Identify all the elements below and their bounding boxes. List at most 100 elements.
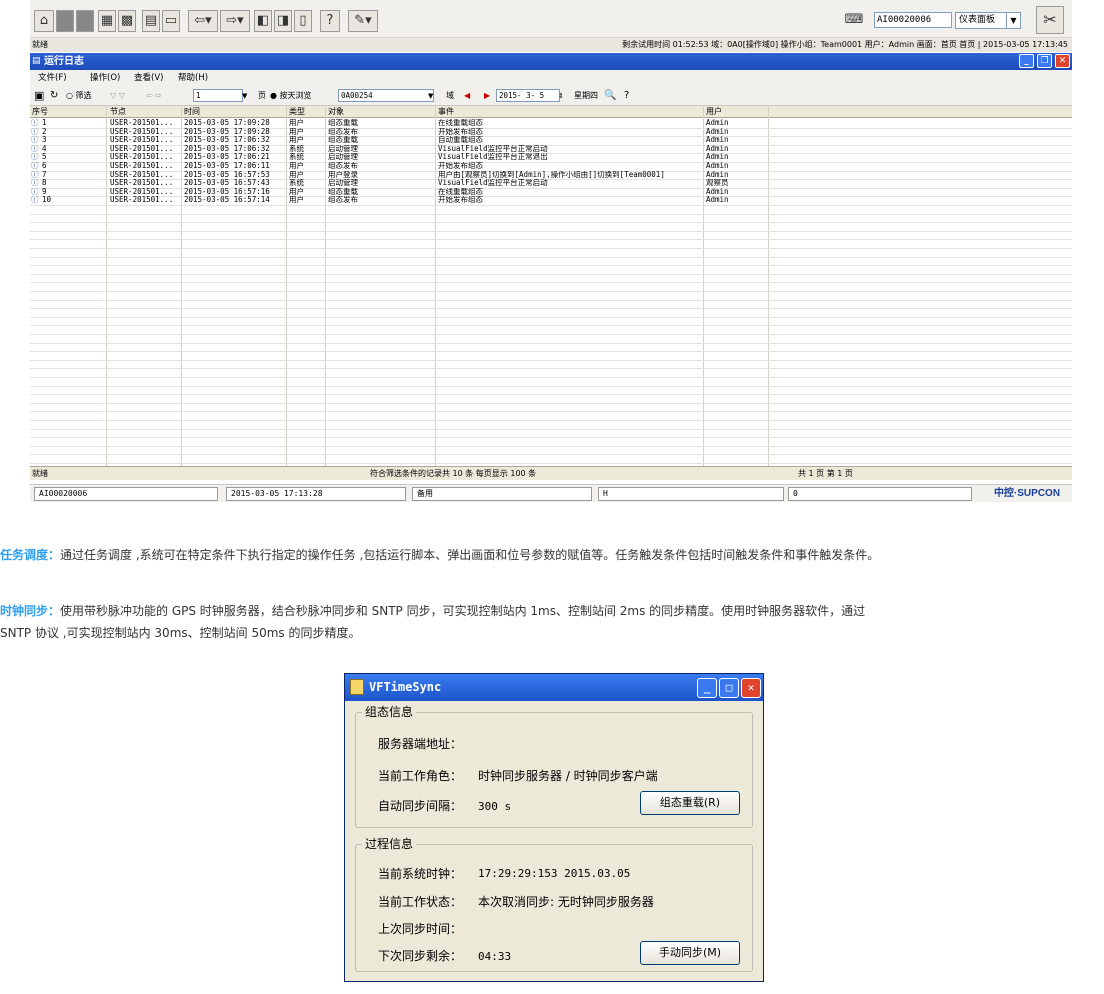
domain-input[interactable]: 0A00254 bbox=[338, 89, 434, 102]
menu-help[interactable]: 帮助(H) bbox=[178, 70, 208, 86]
last-sync-label: 上次同步时间： bbox=[378, 922, 463, 936]
para-task-scheduling: 任务调度：通过任务调度 ,系统可在特定条件下执行指定的操作任务 ,包括运行脚本、… bbox=[0, 544, 1104, 566]
table-cell: 用户 bbox=[289, 187, 304, 196]
col-time[interactable]: 时间 bbox=[184, 106, 200, 118]
page-next-icon[interactable]: ◨ bbox=[274, 10, 292, 32]
filter-icon[interactable]: ▽ ▽ bbox=[110, 86, 125, 106]
col-type[interactable]: 类型 bbox=[289, 106, 305, 118]
row-gridline bbox=[30, 342, 1072, 344]
col-object[interactable]: 对象 bbox=[328, 106, 344, 118]
stop-icon[interactable] bbox=[56, 10, 74, 32]
page-prev-icon[interactable]: ◧ bbox=[254, 10, 272, 32]
weekday-label: 星期四 bbox=[574, 91, 598, 100]
col-index[interactable]: 序号 bbox=[32, 106, 48, 118]
edit-icon[interactable]: ✎▾ bbox=[348, 10, 378, 32]
date-spinner-icon[interactable]: ⇕ bbox=[558, 86, 564, 106]
help-icon[interactable]: ? bbox=[320, 10, 340, 32]
table-cell: USER-201501... bbox=[110, 119, 174, 127]
info-icon: ⓘ bbox=[31, 136, 39, 145]
row-gridline bbox=[30, 334, 1072, 335]
row-gridline bbox=[30, 248, 1072, 249]
chevron-down-icon[interactable]: ▼ bbox=[1006, 13, 1020, 28]
document-icon[interactable]: ▭ bbox=[162, 10, 180, 32]
radio-day[interactable]: ● 按天浏览 bbox=[270, 86, 312, 106]
table-cell: VisualField监控平台正常启动 bbox=[438, 144, 548, 153]
table-cell: 4 bbox=[42, 144, 47, 153]
table-cell: 5 bbox=[42, 153, 47, 162]
col-node[interactable]: 节点 bbox=[110, 106, 126, 118]
book-icon[interactable]: ▯ bbox=[294, 10, 312, 32]
save-icon[interactable]: ▣ bbox=[34, 86, 44, 106]
table-cell: 8 bbox=[42, 179, 47, 188]
minimize-icon[interactable]: _ bbox=[697, 678, 717, 698]
help-question-icon[interactable]: ? bbox=[624, 86, 629, 106]
table-cell: Admin bbox=[706, 119, 729, 127]
domain-dropdown-icon[interactable]: ▼ bbox=[428, 86, 433, 106]
page-dropdown-icon[interactable]: ▼ bbox=[242, 86, 247, 106]
app-icon bbox=[350, 679, 364, 695]
row-gridline bbox=[30, 265, 1072, 267]
grid-icon[interactable]: ▩ bbox=[118, 10, 136, 32]
table-cell: 2015-03-05 16:57:43 bbox=[184, 179, 270, 188]
info-icon: ⓘ bbox=[31, 144, 39, 153]
manual-sync-button[interactable]: 手动同步(M) bbox=[640, 941, 740, 965]
close-icon[interactable]: ✕ bbox=[741, 678, 761, 698]
menu-file[interactable]: 文件(F) bbox=[38, 70, 67, 86]
table-cell: 2015-03-05 17:06:21 bbox=[184, 153, 270, 162]
info-icon: ⓘ bbox=[31, 119, 39, 127]
footer-ready: 就绪 bbox=[32, 469, 48, 478]
info-icon: ⓘ bbox=[31, 170, 39, 179]
vftimesync-dialog: VFTimeSync _ □ ✕ 组态信息 服务器端地址： 当前工作角色： 时钟… bbox=[344, 673, 764, 982]
reload-config-button[interactable]: 组态重载(R) bbox=[640, 791, 740, 815]
radio-day-label: 按天浏览 bbox=[279, 91, 312, 100]
refresh-icon[interactable]: ↻ bbox=[50, 86, 58, 106]
table-cell: 2015-03-05 17:06:11 bbox=[184, 162, 270, 170]
table-cell: USER-201501... bbox=[110, 196, 174, 205]
forward-arrow-icon[interactable]: ⇨▾ bbox=[220, 10, 250, 32]
window-icon[interactable] bbox=[76, 10, 94, 32]
runtime-log-screenshot: ⌂ ▦ ▩ ▤ ▭ ⇦▾ ⇨▾ ◧ ◨ ▯ ? ✎▾ ⌨ AI00020006 … bbox=[30, 0, 1072, 506]
table-cell: 启动管理 bbox=[328, 153, 358, 162]
tools-icon[interactable]: ✂ bbox=[1036, 6, 1064, 34]
date-input[interactable]: 2015- 3- 5 bbox=[496, 89, 560, 102]
minimize-icon[interactable]: _ bbox=[1019, 54, 1034, 68]
status-tag: AI00020006 bbox=[34, 487, 218, 501]
table-cell: Admin bbox=[706, 153, 729, 162]
table-cell: Admin bbox=[706, 127, 729, 136]
search-icon[interactable]: 🔍 bbox=[604, 86, 616, 106]
col-user[interactable]: 用户 bbox=[706, 106, 722, 118]
para2-text1: 使用带秒脉冲功能的 GPS 时钟服务器，结合秒脉冲同步和 SNTP 同步，可实现… bbox=[60, 604, 866, 618]
menu-operate[interactable]: 操作(O) bbox=[90, 70, 120, 86]
row-gridline bbox=[30, 420, 1072, 421]
close-icon[interactable]: ✕ bbox=[1055, 54, 1070, 68]
state-value: 本次取消同步: 无时钟同步服务器 bbox=[478, 895, 654, 909]
role-label: 当前工作角色： bbox=[378, 769, 463, 783]
trend-icon[interactable]: ▦ bbox=[98, 10, 116, 32]
next-sync-value: 04:33 bbox=[478, 950, 512, 963]
row-gridline bbox=[30, 351, 1072, 353]
table-cell: 6 bbox=[42, 162, 47, 170]
col-event[interactable]: 事件 bbox=[438, 106, 454, 118]
next-sync-label: 下次同步剩余： bbox=[378, 949, 463, 963]
page-input[interactable]: 1 bbox=[193, 89, 243, 102]
radio-filter[interactable]: ○ 筛选 bbox=[66, 86, 92, 106]
back-arrow-icon[interactable]: ⇦▾ bbox=[188, 10, 218, 32]
tag-input[interactable]: AI00020006 bbox=[874, 12, 952, 28]
menu-view[interactable]: 查看(V) bbox=[134, 70, 163, 86]
date-next-icon[interactable]: ▶ bbox=[484, 86, 490, 106]
table-cell: VisualField监控平台正常启动 bbox=[438, 179, 548, 188]
keyboard-icon[interactable]: ⌨ bbox=[842, 10, 866, 32]
report-icon[interactable]: ▤ bbox=[142, 10, 160, 32]
table-cell: 系统 bbox=[289, 144, 304, 153]
restore-icon[interactable]: ❐ bbox=[1037, 54, 1052, 68]
table-cell: USER-201501... bbox=[110, 153, 174, 162]
date-prev-icon[interactable]: ◀ bbox=[464, 86, 470, 106]
nav-arrows-icon[interactable]: ⇦ ⇨ bbox=[146, 86, 162, 106]
page-unit: 页 bbox=[258, 91, 266, 100]
panel-select[interactable]: 仪表面板 ▼ bbox=[955, 12, 1021, 29]
domain-label: 域 bbox=[446, 91, 454, 100]
info-icon: ⓘ bbox=[31, 187, 39, 196]
table-cell: 2015-03-05 16:57:53 bbox=[184, 170, 270, 179]
home-icon[interactable]: ⌂ bbox=[34, 10, 54, 32]
maximize-icon[interactable]: □ bbox=[719, 678, 739, 698]
